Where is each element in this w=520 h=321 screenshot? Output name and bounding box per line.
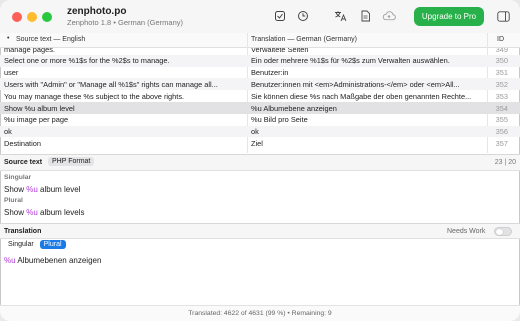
row-indicator-icon: • [7,35,10,42]
translation-panel-header: Translation Needs Work [0,223,520,239]
sidebar-toggle-icon[interactable] [496,9,510,23]
table-row[interactable]: user Benutzer:in 351 [0,67,520,79]
document-subtitle: Zenphoto 1.8 • German (Germany) [67,18,184,27]
translation-cell: %u Albumebene anzeigen [251,103,337,113]
source-cell: ok [4,127,12,137]
plural-form-tabs: Singular Plural [4,240,66,252]
document-title: zenphoto.po [67,6,127,17]
character-count: 23 | 20 [494,159,516,166]
column-header-translation[interactable]: Translation — German (Germany) [251,36,357,43]
column-header-id[interactable]: ID [497,36,504,43]
placeholder-token: %u [4,256,16,265]
source-cell: %u image per page [4,115,69,125]
table-row[interactable]: Destination Ziel 357 [0,137,520,149]
checkmark-square-icon[interactable] [273,9,287,23]
source-cell: You may manage these %s subject to the a… [4,91,185,101]
singular-source-text: Show %u album level [4,185,81,194]
table-row[interactable]: Show %u album level %u Albumebene anzeige… [0,102,520,114]
source-cell: Show %u album level [4,103,75,113]
translation-cell: Benutzer:innen mit <em>Administrations-<… [251,79,460,89]
cloud-upload-icon[interactable] [382,9,396,23]
status-bar: Translated: 4622 of 4631 (99 %) • Remain… [0,305,520,321]
upgrade-button[interactable]: Upgrade to Pro [414,7,484,26]
id-cell: 352 [495,79,508,89]
string-list: manage pages. Verwaltete Seiten 349 Select … [0,48,520,154]
translation-label: Translation [4,228,42,235]
id-cell: 356 [495,127,508,137]
translation-cell: Verwaltete Seiten [251,48,309,54]
table-row[interactable]: manage pages. Verwaltete Seiten 349 [0,48,520,55]
id-cell: 351 [495,68,508,78]
php-format-tab[interactable]: PHP Format [48,157,95,166]
title-bar: zenphoto.po Zenphoto 1.8 • German (Germa… [0,0,520,34]
translate-icon[interactable] [333,9,347,23]
source-panel-header: Source text PHP Format 23 | 20 [0,154,520,171]
translation-cell: Benutzer:in [251,68,289,78]
document-icon[interactable] [358,9,372,23]
tab-plural[interactable]: Plural [39,240,66,249]
table-row[interactable]: Select one or more %1$s for the %2$s to … [0,54,520,67]
translation-cell: %u Bild pro Seite [251,115,308,125]
singular-label: Singular [4,174,32,181]
id-cell: 353 [495,91,508,101]
translation-editor[interactable]: %u Albumebenen anzeigen [4,256,101,265]
table-row[interactable]: You may manage these %s subject to the a… [0,90,520,102]
placeholder-token: %u [26,185,38,194]
needs-work-label: Needs Work [447,228,486,235]
id-cell: 354 [495,103,508,113]
app-window: zenphoto.po Zenphoto 1.8 • German (Germa… [0,0,520,321]
source-cell: user [4,68,19,78]
source-cell: Users with "Admin" or "Manage all %1$s" … [4,79,218,89]
table-row[interactable]: %u image per page %u Bild pro Seite 355 [0,114,520,126]
tab-singular[interactable]: Singular [4,240,38,249]
minimize-window-button[interactable] [27,12,37,22]
translation-cell: Ein oder mehrere %1$s für %2$s zum Verwa… [251,56,450,66]
close-window-button[interactable] [12,12,22,22]
column-header-source[interactable]: Source text — English [16,36,85,43]
translation-cell: Ziel [251,138,263,148]
table-row[interactable]: Users with "Admin" or "Manage all %1$s" … [0,78,520,91]
source-text-label: Source text [4,159,43,166]
source-cell: manage pages. [4,48,55,54]
translation-cell: Sie können diese %s nach Maßgabe der obe… [251,91,472,101]
id-cell: 355 [495,115,508,125]
plural-source-text: Show %u album levels [4,208,85,217]
id-cell: 349 [495,48,508,54]
table-row[interactable]: ok ok 356 [0,125,520,138]
zoom-window-button[interactable] [42,12,52,22]
clock-icon[interactable] [296,9,310,23]
id-cell: 350 [495,56,508,66]
table-header: • Source text — English Translation — Ge… [0,33,520,48]
plural-label: Plural [4,197,23,204]
source-cell: Select one or more %1$s for the %2$s to … [4,56,170,66]
placeholder-token: %u [26,208,38,217]
translation-cell: ok [251,127,259,137]
id-cell: 357 [495,138,508,148]
needs-work-toggle[interactable] [494,227,512,236]
source-cell: Destination [4,138,41,148]
